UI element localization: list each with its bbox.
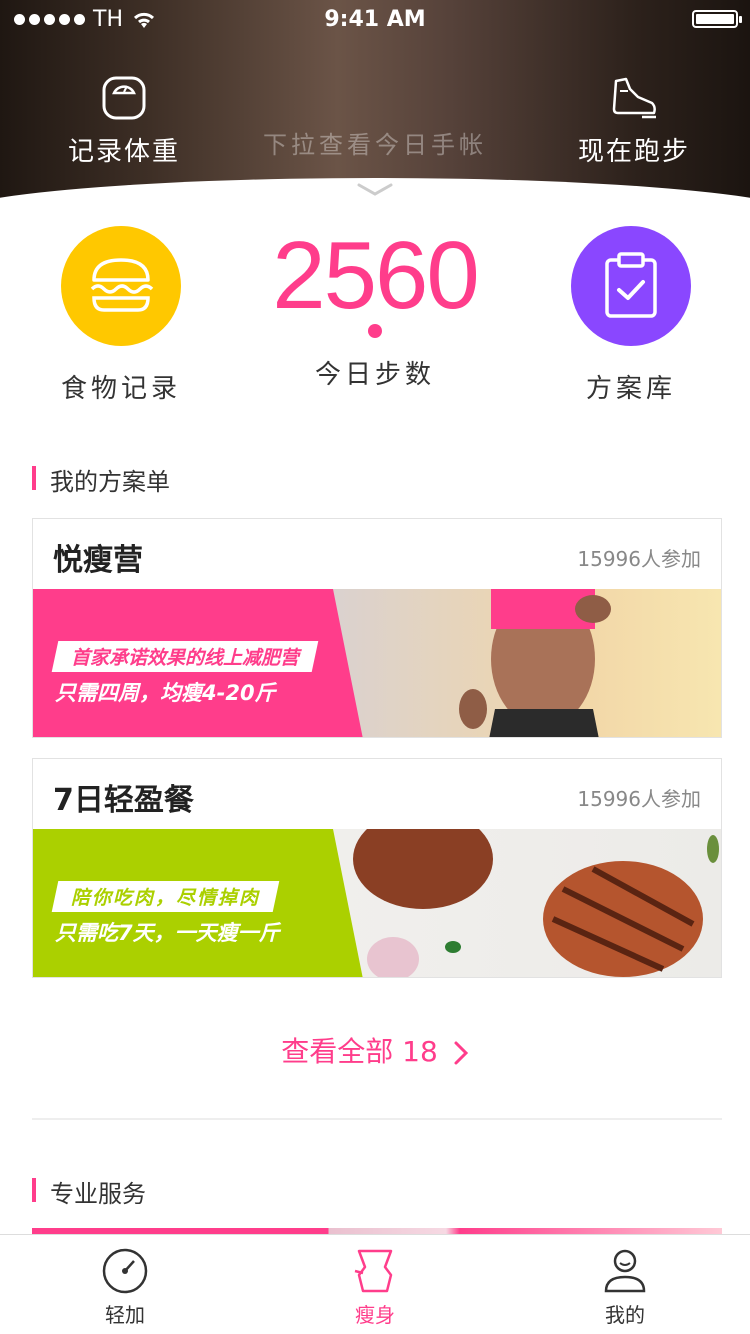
run-now-label: 现在跑步 — [577, 137, 690, 167]
food-log-label: 食物记录 — [60, 374, 181, 404]
food-log-button[interactable]: 食物记录 — [31, 226, 211, 405]
services-title: 专业服务 — [32, 1174, 146, 1209]
tab-label: 我的 — [605, 1303, 645, 1327]
plan-card-subtitle: 只需四周，均瘦4-20斤 — [55, 681, 276, 705]
plan-card-participants: 15996人参加 — [577, 547, 701, 571]
tab-bar: 轻加 瘦身 我的 — [0, 1234, 750, 1334]
profile-icon — [604, 1249, 646, 1293]
plan-card-tag: 首家承诺效果的线上减肥营 — [51, 641, 319, 672]
chevron-down-icon[interactable] — [357, 183, 393, 197]
quick-actions: 食物记录 2560 今日步数 方案库 — [0, 220, 750, 404]
plan-library-button[interactable]: 方案库 — [541, 226, 721, 405]
plan-card-title: 悦瘦营 — [53, 543, 143, 578]
tab-qingjia[interactable]: 轻加 — [0, 1235, 250, 1334]
tab-label: 瘦身 — [355, 1303, 395, 1327]
burger-icon — [90, 258, 154, 312]
run-now-button[interactable]: 现在跑步 — [554, 75, 714, 168]
plan-card-title: 7日轻盈餐 — [53, 783, 194, 818]
plan-card-tag: 陪你吃肉，尽情掉肉 — [51, 881, 280, 912]
plan-card-header: 悦瘦营 15996人参加 — [33, 519, 721, 589]
scale-icon — [102, 76, 146, 120]
plan-card-7day-meal[interactable]: 7日轻盈餐 15996人参加 陪你吃肉，尽情掉肉 只需吃7天，一天瘦一斤 — [32, 758, 722, 978]
tab-shoushen[interactable]: 瘦身 — [250, 1235, 500, 1334]
my-plans-title: 我的方案单 — [32, 462, 170, 497]
clipboard-icon — [605, 252, 657, 318]
plan-card-header: 7日轻盈餐 15996人参加 — [33, 759, 721, 829]
plan-card-banner: 陪你吃肉，尽情掉肉 只需吃7天，一天瘦一斤 — [33, 829, 721, 977]
steps-value: 2560 — [272, 222, 480, 329]
plan-card-participants: 15996人参加 — [577, 787, 701, 811]
view-all-label: 查看全部 18 — [281, 1035, 438, 1068]
plan-card-banner: 首家承诺效果的线上减肥营 只需四周，均瘦4-20斤 — [33, 589, 721, 737]
body-icon — [354, 1249, 393, 1293]
plan-card-yueshouying[interactable]: 悦瘦营 15996人参加 首家承诺效果的线上减肥营 只需四周，均瘦4-20斤 — [32, 518, 722, 738]
food-log-circle — [61, 226, 181, 346]
steps-label: 今日步数 — [314, 360, 435, 390]
today-steps[interactable]: 2560 今日步数 — [225, 220, 525, 391]
gauge-icon — [102, 1248, 148, 1294]
view-all-link[interactable]: 查看全部 18 — [0, 1030, 750, 1070]
sneaker-icon — [612, 77, 656, 119]
battery-icon — [692, 10, 742, 28]
chevron-right-icon — [454, 1041, 468, 1065]
status-time: 9:41 AM — [324, 7, 426, 32]
status-bar: TH 9:41 AM — [0, 0, 750, 40]
tab-mine[interactable]: 我的 — [500, 1235, 750, 1334]
plan-card-subtitle: 只需吃7天，一天瘦一斤 — [55, 921, 280, 945]
tab-label: 轻加 — [105, 1303, 145, 1327]
section-divider — [32, 1118, 722, 1120]
plan-library-circle — [571, 226, 691, 346]
plan-library-label: 方案库 — [585, 374, 676, 404]
